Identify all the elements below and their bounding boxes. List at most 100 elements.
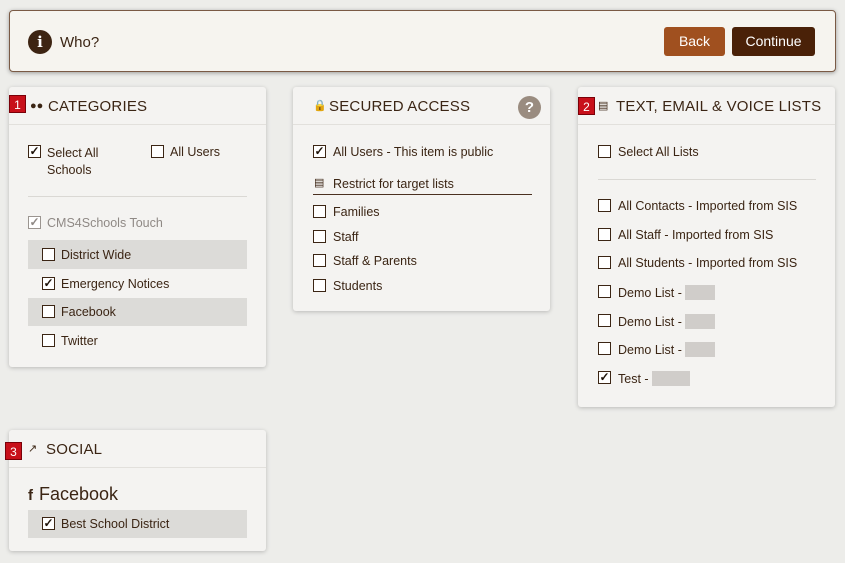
lists-header: 2 ▤ TEXT, EMAIL & VOICE LISTS <box>578 87 835 125</box>
cms4schools-touch-option[interactable]: ✓ CMS4Schools Touch <box>28 210 248 236</box>
demo-list-1-label: Demo List - <box>618 285 715 300</box>
secured-access-header: 🔒 SECURED ACCESS ? <box>293 87 550 125</box>
list-icon: ▤ <box>314 177 325 189</box>
redacted-name <box>684 285 715 300</box>
target-list-staff-parents[interactable]: Staff & Parents <box>313 248 533 274</box>
select-all-schools-label-line2: Schools <box>47 163 92 177</box>
lists-panel: 2 ▤ TEXT, EMAIL & VOICE LISTS Select All… <box>578 87 835 407</box>
list-item-all-students[interactable]: All Students - Imported from SIS <box>598 250 823 276</box>
facebook-category-label: Facebook <box>61 305 116 319</box>
all-users-checkbox[interactable] <box>151 145 164 158</box>
all-students-checkbox[interactable] <box>598 256 611 269</box>
restrict-target-lists-label: Restrict for target lists <box>333 177 454 191</box>
staff-checkbox[interactable] <box>313 230 326 243</box>
all-students-label: All Students - Imported from SIS <box>618 256 798 270</box>
demo-list-2-checkbox[interactable] <box>598 314 611 327</box>
select-all-schools-option[interactable]: ✓ Select All Schools <box>28 139 138 177</box>
students-checkbox[interactable] <box>313 279 326 292</box>
district-wide-label: District Wide <box>61 248 132 262</box>
families-label: Families <box>333 205 380 219</box>
all-contacts-checkbox[interactable] <box>598 199 611 212</box>
staff-parents-checkbox[interactable] <box>313 254 326 267</box>
list-item-all-staff[interactable]: All Staff - Imported from SIS <box>598 222 823 248</box>
category-item-district-wide[interactable]: District Wide <box>28 240 247 269</box>
redacted-name <box>684 342 715 357</box>
staff-label: Staff <box>333 230 359 244</box>
select-all-schools-label: Select All Schools <box>47 145 98 179</box>
category-item-twitter[interactable]: Twitter <box>28 326 247 355</box>
secured-access-panel: 🔒 SECURED ACCESS ? ✓ All Users - This it… <box>293 87 550 311</box>
select-all-lists-option[interactable]: Select All Lists <box>598 139 818 165</box>
target-list-staff[interactable]: Staff <box>313 224 533 250</box>
emergency-notices-checkbox[interactable]: ✓ <box>42 277 55 290</box>
families-checkbox[interactable] <box>313 205 326 218</box>
all-users-label: All Users <box>170 145 221 159</box>
twitter-checkbox[interactable] <box>42 334 55 347</box>
list-item-demo-1[interactable]: Demo List - <box>598 279 823 305</box>
cms4schools-touch-checkbox[interactable]: ✓ <box>28 216 41 229</box>
public-all-users-checkbox[interactable]: ✓ <box>313 145 326 158</box>
public-all-users-option[interactable]: ✓ All Users - This item is public <box>313 139 533 165</box>
facebook-icon: f <box>28 487 33 504</box>
twitter-label: Twitter <box>61 334 98 348</box>
all-users-option[interactable]: All Users <box>151 139 251 165</box>
step-badge-1: 1 <box>9 95 26 113</box>
categories-title: CATEGORIES <box>48 98 148 115</box>
best-school-district-checkbox[interactable]: ✓ <box>42 517 55 530</box>
facebook-network-heading: f Facebook <box>28 484 118 505</box>
info-icon: i <box>28 30 52 54</box>
demo-list-2-label: Demo List - <box>618 314 715 329</box>
demo-list-1-checkbox[interactable] <box>598 285 611 298</box>
students-label: Students <box>333 279 383 293</box>
share-icon: ↗ <box>28 443 38 455</box>
category-item-facebook[interactable]: Facebook <box>28 298 247 326</box>
help-icon[interactable]: ? <box>518 96 541 119</box>
redacted-name <box>684 314 715 329</box>
demo-list-3-checkbox[interactable] <box>598 342 611 355</box>
categories-divider <box>28 196 247 197</box>
page-title: Who? <box>60 34 100 51</box>
categories-header: 1 ●● CATEGORIES <box>9 87 266 125</box>
target-list-students[interactable]: Students <box>313 273 533 299</box>
target-list-families[interactable]: Families <box>313 199 533 225</box>
secured-access-title: SECURED ACCESS <box>329 98 471 115</box>
users-icon: ●● <box>30 100 44 112</box>
test-list-checkbox[interactable]: ✓ <box>598 371 611 384</box>
public-all-users-label: All Users - This item is public <box>333 145 494 159</box>
lock-icon: 🔒 <box>313 100 327 112</box>
header-bar: i Who? Back Continue <box>9 10 836 72</box>
test-list-label: Test - <box>618 371 690 386</box>
list-item-demo-3[interactable]: Demo List - <box>598 336 823 362</box>
select-all-lists-checkbox[interactable] <box>598 145 611 158</box>
staff-parents-label: Staff & Parents <box>333 254 417 268</box>
select-all-schools-label-line1: Select All <box>47 146 99 160</box>
facebook-category-checkbox[interactable] <box>42 305 55 318</box>
category-item-emergency-notices[interactable]: ✓ Emergency Notices <box>28 269 247 298</box>
continue-button[interactable]: Continue <box>732 27 815 56</box>
district-wide-checkbox[interactable] <box>42 248 55 261</box>
back-button[interactable]: Back <box>664 27 725 56</box>
social-title: SOCIAL <box>46 441 103 458</box>
select-all-schools-checkbox[interactable]: ✓ <box>28 145 41 158</box>
list-item-demo-2[interactable]: Demo List - <box>598 308 823 334</box>
select-all-lists-label: Select All Lists <box>618 145 699 159</box>
demo-list-2-text: Demo List - <box>618 315 682 329</box>
list-item-all-contacts[interactable]: All Contacts - Imported from SIS <box>598 193 823 219</box>
test-list-text: Test - <box>618 372 649 386</box>
categories-panel: 1 ●● CATEGORIES ✓ Select All Schools All… <box>9 87 266 367</box>
emergency-notices-label: Emergency Notices <box>61 277 170 291</box>
all-contacts-label: All Contacts - Imported from SIS <box>618 199 798 213</box>
lists-title: TEXT, EMAIL & VOICE LISTS <box>616 98 822 115</box>
social-panel: 3 ↗ SOCIAL f Facebook ✓ Best School Distr… <box>5 430 266 551</box>
facebook-network-label: Facebook <box>39 484 119 504</box>
demo-list-1-text: Demo List - <box>618 286 682 300</box>
redacted-name <box>651 371 690 386</box>
step-badge-2: 2 <box>578 97 595 115</box>
restrict-divider <box>313 194 532 195</box>
all-staff-checkbox[interactable] <box>598 228 611 241</box>
list-icon: ▤ <box>598 100 609 112</box>
all-staff-label: All Staff - Imported from SIS <box>618 228 774 242</box>
social-account-best-school-district[interactable]: ✓ Best School District <box>28 510 247 538</box>
step-badge-3: 3 <box>5 442 22 460</box>
list-item-test[interactable]: ✓ Test - <box>598 365 823 391</box>
